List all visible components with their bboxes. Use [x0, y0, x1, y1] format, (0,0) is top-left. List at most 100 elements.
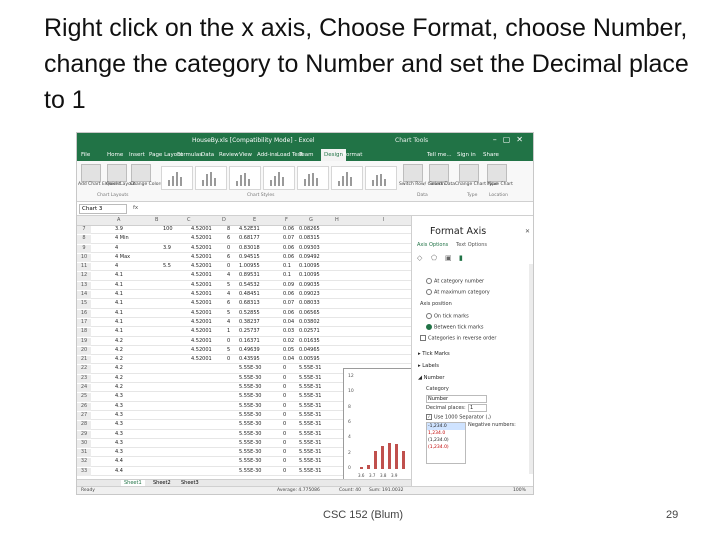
cell[interactable]: 0 — [227, 263, 230, 269]
negative-format-option[interactable]: -1,234.0 — [427, 423, 465, 430]
cell[interactable]: 4.52001 — [191, 254, 212, 260]
cell[interactable]: 4.52001 — [191, 356, 212, 362]
cell[interactable]: 4.52001 — [191, 300, 212, 306]
cell[interactable]: 0.06 — [283, 245, 294, 251]
tab-data[interactable]: Data — [201, 152, 214, 158]
row-number[interactable]: 33 — [77, 467, 91, 477]
cell[interactable]: 4 — [115, 263, 118, 269]
x-tick-label[interactable]: 3.9 — [391, 473, 397, 478]
cell[interactable]: 0.54532 — [239, 282, 260, 288]
cell[interactable]: 5.55E-30 — [239, 412, 261, 418]
chart-bar[interactable] — [395, 444, 398, 469]
row-number[interactable]: 25 — [77, 393, 91, 402]
cell[interactable]: 4.3 — [115, 421, 123, 427]
change-chart-type-button[interactable] — [459, 164, 479, 182]
chart-bar[interactable] — [374, 451, 377, 469]
cell[interactable]: 0 — [227, 356, 230, 362]
fx-icon[interactable]: fx — [133, 205, 138, 211]
row-number[interactable]: 22 — [77, 365, 91, 374]
cell[interactable]: 0.06 — [283, 310, 294, 316]
cell[interactable]: 4.3 — [115, 412, 123, 418]
cell[interactable]: 4.2 — [115, 347, 123, 353]
move-chart-button[interactable] — [487, 164, 507, 182]
cell[interactable]: 8 — [227, 226, 230, 232]
cell[interactable]: 4.52001 — [191, 272, 212, 278]
tab-review[interactable]: Review — [219, 152, 239, 158]
cell[interactable]: 4.52001 — [191, 235, 212, 241]
cell[interactable]: 5.55E-30 — [239, 449, 261, 455]
row-number[interactable]: 20 — [77, 346, 91, 356]
cell[interactable]: 3.9 — [163, 245, 171, 251]
cell[interactable]: 0 — [283, 403, 286, 409]
cell[interactable]: 0.08033 — [299, 300, 320, 306]
row-number[interactable]: 28 — [77, 421, 91, 430]
cell[interactable]: 5.55E-30 — [239, 403, 261, 409]
row-number[interactable]: 26 — [77, 402, 91, 411]
tab-home[interactable]: Home — [107, 152, 123, 158]
x-tick-label[interactable]: 3.8 — [380, 473, 386, 478]
chart-style-5[interactable] — [297, 166, 329, 190]
cell[interactable]: 0.04 — [283, 319, 294, 325]
row-number[interactable]: 16 — [77, 309, 91, 318]
cell[interactable]: 4.3 — [115, 449, 123, 455]
cell[interactable]: 4.1 — [115, 328, 123, 334]
cell[interactable]: 5.55E-30 — [239, 431, 261, 437]
effects-icon[interactable]: ⬠ — [431, 254, 437, 262]
cell[interactable]: 5.55E-31 — [299, 458, 321, 464]
cell[interactable]: 0 — [227, 245, 230, 251]
cell[interactable]: 0.09023 — [299, 291, 320, 297]
section-tick-marks[interactable]: ▸ Tick Marks — [418, 351, 450, 357]
column-header[interactable]: H — [335, 217, 339, 223]
cell[interactable]: 0.83018 — [239, 245, 260, 251]
cell[interactable]: 0 — [283, 468, 286, 474]
cell[interactable]: 0.06 — [283, 226, 294, 232]
cell[interactable]: 100 — [163, 226, 173, 232]
radio-at-category[interactable]: At category number — [426, 278, 484, 285]
cell[interactable]: 0 — [283, 431, 286, 437]
row-number[interactable]: 18 — [77, 328, 91, 337]
cell[interactable]: 0.68313 — [239, 300, 260, 306]
chart-bar[interactable] — [381, 446, 384, 469]
cell[interactable]: 4.3 — [115, 393, 123, 399]
cell[interactable]: 5 — [227, 347, 230, 353]
cell[interactable]: 6 — [227, 300, 230, 306]
cell[interactable]: 0.08315 — [299, 235, 320, 241]
cell[interactable]: 4 Max — [115, 254, 130, 260]
cell[interactable]: 5.55E-31 — [299, 375, 321, 381]
cell[interactable]: 5.55E-30 — [239, 365, 261, 371]
cell[interactable]: 5.5 — [163, 263, 171, 269]
chart-bar[interactable] — [367, 465, 370, 469]
cell[interactable]: 0.10095 — [299, 272, 320, 278]
cell[interactable]: 0.1 — [283, 263, 291, 269]
cell[interactable]: 4 — [227, 291, 230, 297]
cell[interactable]: 0 — [283, 440, 286, 446]
cell[interactable]: 0.94515 — [239, 254, 260, 260]
cell[interactable]: 0.05 — [283, 347, 294, 353]
cell[interactable]: 5 — [227, 282, 230, 288]
radio-on-tick[interactable]: On tick marks — [426, 313, 469, 320]
window-controls[interactable]: –▢✕ — [493, 135, 529, 144]
cell[interactable]: 6 — [227, 235, 230, 241]
size-properties-icon[interactable]: ▣ — [445, 254, 452, 262]
name-box[interactable]: Chart 3 — [79, 204, 127, 214]
cell[interactable]: 4.52001 — [191, 347, 212, 353]
cell[interactable]: 0.02 — [283, 338, 294, 344]
cell[interactable]: 0.06 — [283, 254, 294, 260]
row-number[interactable]: 15 — [77, 300, 91, 309]
menu-right-2[interactable]: Share — [483, 152, 499, 158]
cell[interactable]: 0.03 — [283, 328, 294, 334]
cell[interactable]: 0.02571 — [299, 328, 320, 334]
cell[interactable]: 5.55E-31 — [299, 393, 321, 399]
column-header[interactable]: G — [309, 217, 313, 223]
row-number[interactable]: 30 — [77, 439, 91, 449]
change-colors-button[interactable] — [131, 164, 151, 182]
text-options-tab[interactable]: Text Options — [456, 242, 487, 248]
tab-formulas[interactable]: Formulas — [177, 152, 202, 158]
cell[interactable]: 5 — [227, 310, 230, 316]
cell[interactable]: 4.2 — [115, 338, 123, 344]
cell[interactable]: 5.55E-31 — [299, 449, 321, 455]
cell[interactable]: 4.52001 — [191, 328, 212, 334]
cell[interactable]: 5.55E-31 — [299, 431, 321, 437]
cell[interactable]: 5.55E-30 — [239, 468, 261, 474]
cell[interactable]: 4 — [227, 272, 230, 278]
